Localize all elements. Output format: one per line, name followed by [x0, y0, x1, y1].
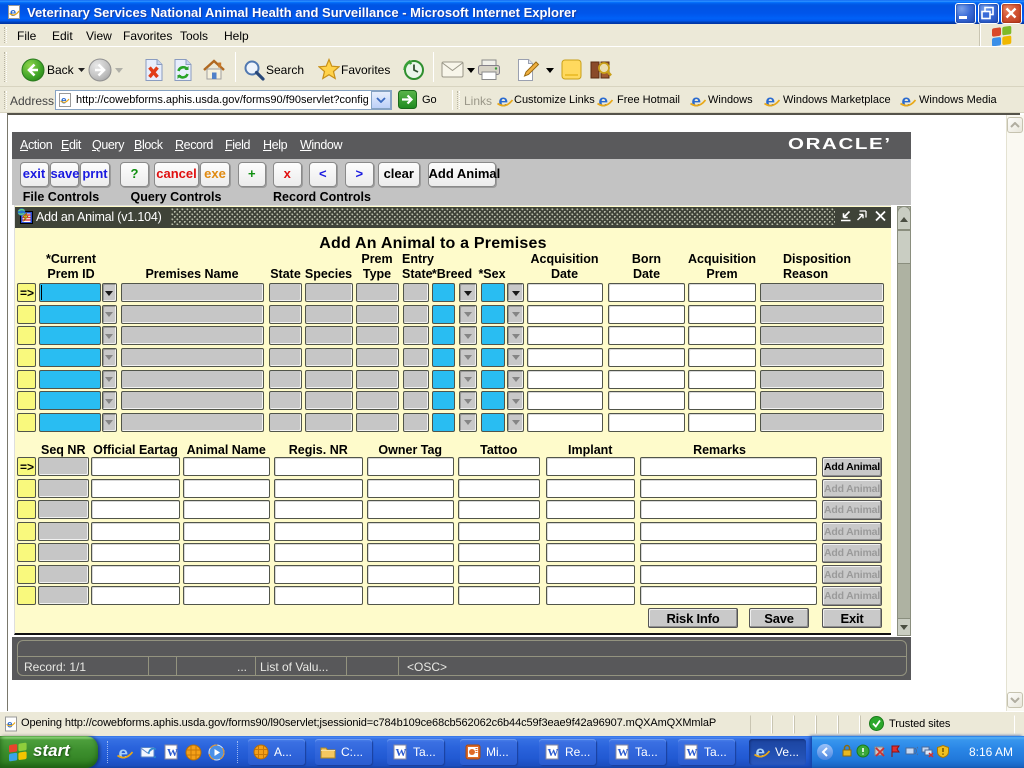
svg-text:W: W	[396, 747, 407, 759]
svg-text:e: e	[10, 7, 16, 19]
svg-text:W: W	[167, 747, 178, 759]
svg-text:e: e	[499, 93, 508, 109]
svg-text:e: e	[766, 93, 775, 109]
svg-text:e: e	[119, 745, 128, 761]
svg-text:e: e	[692, 93, 701, 109]
svg-text:W: W	[618, 747, 629, 759]
svg-text:e: e	[756, 744, 765, 760]
svg-text:e: e	[599, 93, 608, 109]
svg-text:e: e	[902, 93, 911, 109]
svg-text:e: e	[61, 96, 67, 107]
svg-text:W: W	[687, 747, 698, 759]
svg-text:W: W	[548, 747, 559, 759]
